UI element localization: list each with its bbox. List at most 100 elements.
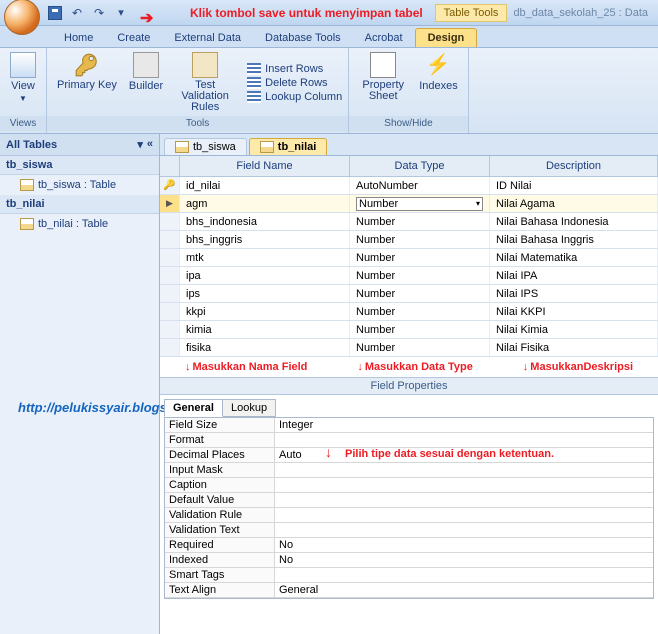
row-selector[interactable]	[160, 267, 180, 284]
property-value[interactable]	[275, 463, 653, 477]
doctab-tb-nilai[interactable]: tb_nilai	[249, 138, 328, 155]
tab-lookup[interactable]: Lookup	[222, 399, 276, 417]
field-name-cell[interactable]: ips	[180, 285, 350, 302]
row-selector[interactable]	[160, 321, 180, 338]
data-type-cell[interactable]: Number	[350, 213, 490, 230]
data-type-cell[interactable]: Number	[350, 285, 490, 302]
field-name-cell[interactable]: fisika	[180, 339, 350, 356]
property-row[interactable]: Format	[165, 433, 653, 448]
data-type-cell[interactable]: Number	[350, 303, 490, 320]
description-cell[interactable]: Nilai Fisika	[490, 339, 658, 356]
test-validation-button[interactable]: Test Validation Rules	[171, 50, 239, 115]
row-selector-header[interactable]	[160, 156, 180, 176]
qat-more[interactable]: ▾	[112, 4, 130, 22]
save-button[interactable]	[46, 4, 64, 22]
data-type-dropdown[interactable]: Number▾	[356, 197, 483, 211]
data-type-cell[interactable]: Number	[350, 339, 490, 356]
property-sheet-button[interactable]: Property Sheet	[355, 50, 411, 104]
property-value[interactable]	[275, 478, 653, 492]
description-cell[interactable]: Nilai KKPI	[490, 303, 658, 320]
table-row[interactable]: ipaNumberNilai IPA	[160, 267, 658, 285]
doctab-tb-siswa[interactable]: tb_siswa	[164, 138, 247, 155]
table-row[interactable]: bhs_inggrisNumberNilai Bahasa Inggris	[160, 231, 658, 249]
table-row[interactable]: ipsNumberNilai IPS	[160, 285, 658, 303]
table-row[interactable]: kkpiNumberNilai KKPI	[160, 303, 658, 321]
property-row[interactable]: Input Mask	[165, 463, 653, 478]
property-value[interactable]: Integer	[275, 418, 653, 432]
field-name-cell[interactable]: agm	[180, 195, 350, 212]
office-button[interactable]	[4, 0, 40, 35]
table-row[interactable]: mtkNumberNilai Matematika	[160, 249, 658, 267]
property-row[interactable]: Validation Text	[165, 523, 653, 538]
nav-group-tb-siswa[interactable]: tb_siswa	[0, 156, 159, 175]
property-row[interactable]: Caption	[165, 478, 653, 493]
row-selector[interactable]	[160, 213, 180, 230]
description-cell[interactable]: Nilai Bahasa Inggris	[490, 231, 658, 248]
row-selector[interactable]: ▶	[160, 195, 180, 212]
tab-general[interactable]: General	[164, 399, 223, 417]
data-type-cell[interactable]: Number	[350, 267, 490, 284]
table-row[interactable]: bhs_indonesiaNumberNilai Bahasa Indonesi…	[160, 213, 658, 231]
chevron-down-icon[interactable]: ▾	[137, 138, 143, 151]
property-value[interactable]	[275, 493, 653, 507]
property-row[interactable]: RequiredNo	[165, 538, 653, 553]
table-row[interactable]: ▶agmNumber▾Nilai Agama	[160, 195, 658, 213]
nav-pane-header[interactable]: All Tables ▾«	[0, 134, 159, 156]
row-selector[interactable]	[160, 285, 180, 302]
property-value[interactable]	[275, 568, 653, 582]
tab-design[interactable]: Design	[415, 28, 478, 47]
nav-item-tb-nilai[interactable]: tb_nilai : Table	[0, 214, 159, 234]
field-name-cell[interactable]: kkpi	[180, 303, 350, 320]
property-row[interactable]: Default Value	[165, 493, 653, 508]
collapse-pane-icon[interactable]: «	[147, 138, 153, 151]
property-value[interactable]	[275, 508, 653, 522]
description-cell[interactable]: Nilai IPA	[490, 267, 658, 284]
property-value[interactable]: General	[275, 583, 653, 597]
property-row[interactable]: Text AlignGeneral	[165, 583, 653, 598]
field-name-cell[interactable]: ipa	[180, 267, 350, 284]
redo-button[interactable]: ↷	[90, 4, 108, 22]
property-value[interactable]: No	[275, 538, 653, 552]
property-row[interactable]: Decimal PlacesAuto↓Pilih tipe data sesua…	[165, 448, 653, 463]
property-row[interactable]: IndexedNo	[165, 553, 653, 568]
property-row[interactable]: Validation Rule	[165, 508, 653, 523]
tab-create[interactable]: Create	[105, 29, 162, 47]
indexes-button[interactable]: ⚡ Indexes	[415, 50, 462, 104]
tab-home[interactable]: Home	[52, 29, 105, 47]
tab-acrobat[interactable]: Acrobat	[353, 29, 415, 47]
property-value[interactable]: No	[275, 553, 653, 567]
col-field-name[interactable]: Field Name	[180, 156, 350, 176]
row-selector[interactable]	[160, 339, 180, 356]
description-cell[interactable]: ID Nilai	[490, 177, 658, 194]
row-selector[interactable]	[160, 303, 180, 320]
field-name-cell[interactable]: id_nilai	[180, 177, 350, 194]
data-type-cell[interactable]: Number	[350, 231, 490, 248]
col-description[interactable]: Description	[490, 156, 658, 176]
field-name-cell[interactable]: mtk	[180, 249, 350, 266]
lookup-column-button[interactable]: Lookup Column	[247, 91, 342, 103]
data-type-cell[interactable]: Number	[350, 321, 490, 338]
property-value[interactable]: Auto↓Pilih tipe data sesuai dengan keten…	[275, 448, 653, 462]
table-row[interactable]: kimiaNumberNilai Kimia	[160, 321, 658, 339]
row-selector[interactable]: 🔑	[160, 177, 180, 194]
field-name-cell[interactable]: bhs_indonesia	[180, 213, 350, 230]
builder-button[interactable]: Builder	[125, 50, 167, 115]
view-button[interactable]: View ▼	[6, 50, 40, 105]
description-cell[interactable]: Nilai Matematika	[490, 249, 658, 266]
contextual-tab-table-tools[interactable]: Table Tools	[435, 4, 508, 22]
delete-rows-button[interactable]: Delete Rows	[247, 77, 342, 89]
nav-group-tb-nilai[interactable]: tb_nilai	[0, 195, 159, 214]
property-row[interactable]: Smart Tags	[165, 568, 653, 583]
data-type-cell[interactable]: Number	[350, 249, 490, 266]
description-cell[interactable]: Nilai Bahasa Indonesia	[490, 213, 658, 230]
property-row[interactable]: Field SizeInteger	[165, 418, 653, 433]
table-row[interactable]: fisikaNumberNilai Fisika	[160, 339, 658, 357]
field-name-cell[interactable]: kimia	[180, 321, 350, 338]
tab-external-data[interactable]: External Data	[162, 29, 253, 47]
field-name-cell[interactable]: bhs_inggris	[180, 231, 350, 248]
insert-rows-button[interactable]: Insert Rows	[247, 63, 342, 75]
description-cell[interactable]: Nilai IPS	[490, 285, 658, 302]
row-selector[interactable]	[160, 249, 180, 266]
property-value[interactable]	[275, 523, 653, 537]
row-selector[interactable]	[160, 231, 180, 248]
